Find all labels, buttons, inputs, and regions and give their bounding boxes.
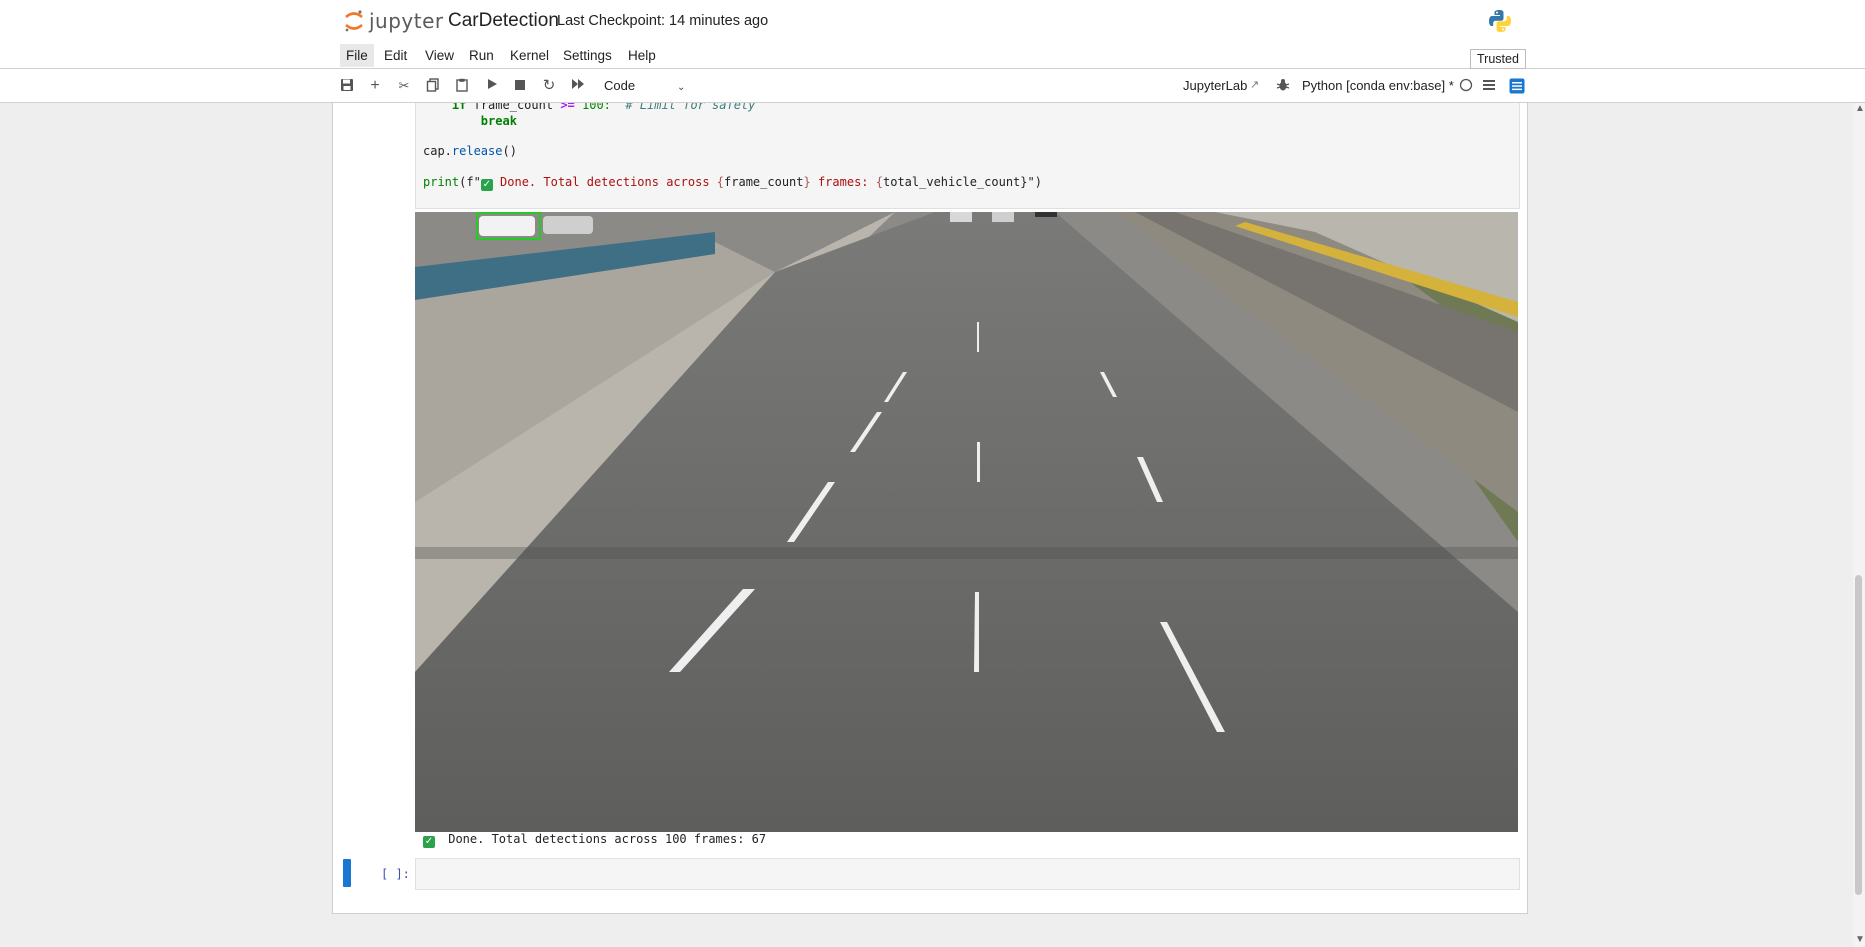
jupyter-logo-text: jupyter bbox=[369, 9, 444, 33]
checkmark-icon: ✓ bbox=[480, 179, 493, 191]
output-message: Done. Total detections across 100 frames… bbox=[448, 832, 767, 846]
output-video-frame bbox=[415, 212, 1518, 832]
code-line-2: break bbox=[480, 114, 517, 128]
save-icon[interactable] bbox=[339, 78, 355, 94]
jupyter-logo[interactable]: jupyter bbox=[343, 8, 444, 34]
cut-icon[interactable]: ✂ bbox=[396, 78, 412, 94]
paste-icon[interactable] bbox=[454, 78, 470, 94]
scrollbar-thumb[interactable] bbox=[1855, 575, 1862, 895]
active-cell-indicator bbox=[343, 859, 351, 887]
road-scene-image bbox=[415, 212, 1518, 832]
cell-prompt: [ ]: bbox=[381, 867, 410, 881]
menu-view[interactable]: View bbox=[425, 48, 454, 63]
copy-icon[interactable] bbox=[425, 78, 441, 94]
menu-kernel[interactable]: Kernel bbox=[510, 48, 549, 63]
menu-settings[interactable]: Settings bbox=[563, 48, 612, 63]
menu-help[interactable]: Help bbox=[628, 48, 656, 63]
notebook-panel: if frame_count >= 100: # Limit for safet… bbox=[332, 103, 1528, 914]
kernel-status-icon bbox=[1459, 78, 1473, 95]
stop-icon[interactable] bbox=[512, 78, 528, 94]
external-link-icon[interactable]: ↗ bbox=[1250, 78, 1259, 91]
restart-icon[interactable]: ↻ bbox=[541, 78, 557, 94]
scroll-down-arrow-icon[interactable]: ▼ bbox=[1855, 934, 1865, 945]
top-bar: jupyter CarDetection Last Checkpoint: 14… bbox=[0, 0, 1865, 42]
code-line-1: if frame_count >= 100: # Limit for safet… bbox=[451, 103, 756, 112]
jupyterlab-link[interactable]: JupyterLab bbox=[1183, 78, 1247, 93]
add-cell-icon[interactable]: + bbox=[367, 78, 383, 94]
output-text: ✓ Done. Total detections across 100 fram… bbox=[423, 832, 766, 848]
code-cell-editor[interactable]: if frame_count >= 100: # Limit for safet… bbox=[415, 103, 1520, 209]
code-line-6: print(f" ✓ Done. Total detections across … bbox=[423, 175, 1042, 191]
trusted-indicator[interactable]: Trusted bbox=[1470, 49, 1526, 69]
menu-lines-icon[interactable] bbox=[1482, 78, 1496, 95]
checkmark-icon: ✓ bbox=[423, 836, 435, 848]
cell-type-dropdown[interactable]: Code bbox=[604, 78, 635, 93]
python-logo-icon bbox=[1487, 8, 1513, 37]
scroll-up-arrow-icon[interactable]: ▲ bbox=[1855, 103, 1865, 114]
checkpoint-status: Last Checkpoint: 14 minutes ago bbox=[557, 13, 769, 29]
notebook-title[interactable]: CarDetection bbox=[448, 10, 559, 32]
jupyter-logo-icon bbox=[345, 10, 363, 32]
empty-code-cell[interactable] bbox=[415, 858, 1520, 890]
fast-forward-icon[interactable] bbox=[570, 78, 586, 94]
menu-edit[interactable]: Edit bbox=[384, 48, 407, 63]
chevron-down-icon[interactable]: ⌄ bbox=[677, 82, 685, 93]
property-inspector-icon[interactable] bbox=[1509, 78, 1525, 97]
menu-file[interactable]: File bbox=[340, 44, 374, 67]
menu-run[interactable]: Run bbox=[469, 48, 494, 63]
notebook-toolbar: + ✂ ↻ Code ⌄ JupyterLab ↗ Python [conda … bbox=[0, 69, 1865, 103]
menu-bar: File Edit View Run Kernel Settings Help bbox=[0, 41, 1865, 69]
code-line-4: cap.release() bbox=[423, 144, 517, 158]
debugger-bug-icon[interactable] bbox=[1276, 78, 1290, 95]
kernel-name[interactable]: Python [conda env:base] * bbox=[1302, 78, 1454, 93]
run-icon[interactable] bbox=[484, 78, 500, 94]
